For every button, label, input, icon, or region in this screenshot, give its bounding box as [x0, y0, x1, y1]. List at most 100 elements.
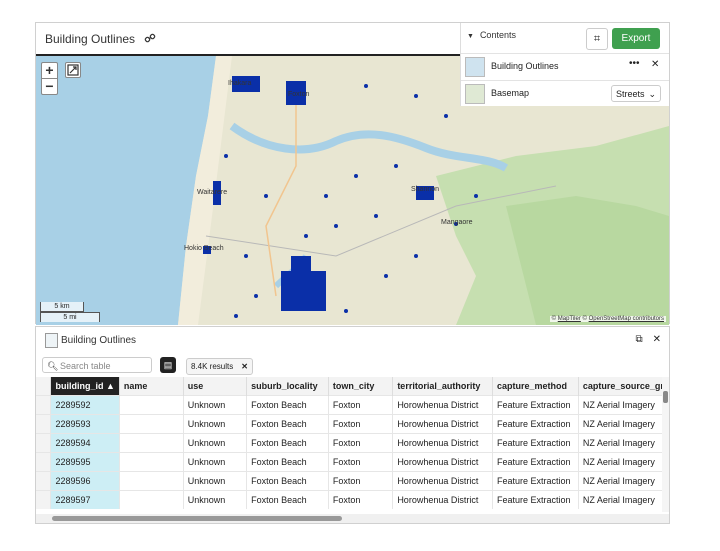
results-count: 8.4K results — [191, 362, 234, 371]
table-row[interactable]: 2289593 Unknown Foxton Beach Foxton Horo… — [36, 414, 670, 434]
cell-capture-method: Feature Extraction — [492, 395, 579, 415]
place-label-shannon: Shannon — [411, 186, 440, 193]
cell-building-id: 2289592 — [50, 395, 120, 415]
search-input[interactable]: 🔍︎ Search table — [42, 357, 152, 373]
popout-icon[interactable]: ⧉ — [635, 334, 642, 345]
column-header-town-city[interactable]: town_city — [328, 377, 394, 396]
vertical-scrollbar[interactable] — [662, 377, 669, 512]
cell-building-id: 2289595 — [50, 452, 120, 472]
link-icon[interactable] — [144, 32, 156, 44]
column-header-suburb-locality[interactable]: suburb_locality — [246, 377, 329, 396]
table-row[interactable]: 2289596 Unknown Foxton Beach Foxton Horo… — [36, 471, 670, 491]
contents-label: Contents — [479, 30, 516, 40]
attribution-osm-link[interactable]: OpenStreetMap contributors — [589, 316, 664, 322]
layer-row-building-outlines[interactable]: Building Outlines ••• ✕ — [461, 53, 669, 80]
table-row[interactable]: 2289594 Unknown Foxton Beach Foxton Horo… — [36, 433, 670, 453]
cell-name — [119, 452, 184, 472]
more-options-icon[interactable]: ••• — [629, 58, 640, 69]
row-selector[interactable] — [36, 433, 52, 453]
column-header-building-id[interactable]: building_id ▲ — [50, 377, 120, 396]
place-label-hokio-beach: Hokio Beach — [184, 245, 224, 252]
remove-layer-icon[interactable]: ✕ — [651, 59, 659, 70]
row-selector[interactable] — [36, 395, 52, 415]
column-header-territorial-authority[interactable]: territorial_authority — [392, 377, 494, 396]
crop-button[interactable]: ⌗ — [586, 28, 608, 50]
caret-down-icon: ▼ — [467, 33, 474, 40]
table-title: Building Outlines — [61, 335, 137, 346]
cell-suburb-locality: Foxton Beach — [246, 395, 329, 415]
horizontal-scrollbar[interactable] — [36, 514, 669, 523]
cell-name — [119, 414, 184, 434]
zoom-out-button[interactable]: − — [42, 79, 57, 94]
vertical-scroll-thumb[interactable] — [663, 391, 668, 403]
cell-suburb-locality: Foxton Beach — [246, 490, 329, 509]
row-selector[interactable] — [36, 471, 52, 491]
clear-results-icon[interactable]: ✕ — [241, 362, 248, 371]
cell-capture-method: Feature Extraction — [492, 452, 579, 472]
map-attribution: © MapTiler © OpenStreetMap contributors — [549, 316, 666, 322]
cell-town-city: Foxton — [328, 414, 394, 434]
column-label: building_id — [55, 381, 104, 391]
cell-suburb-locality: Foxton Beach — [246, 433, 329, 453]
cell-territorial-authority: Horowhenua District — [392, 414, 494, 434]
sort-ascending-icon: ▲ — [105, 381, 115, 391]
horizontal-scroll-thumb[interactable] — [52, 516, 342, 521]
basemap-style-select[interactable]: Streets ⌄ — [611, 85, 661, 102]
column-header-capture-method[interactable]: capture_method — [492, 377, 579, 396]
scale-km: 5 km — [40, 302, 84, 312]
map-view-frame: Building Outlines Foxton Waitarere Hokio… — [35, 22, 670, 325]
cell-capture-source: NZ Aerial Imagery — [578, 414, 670, 434]
table-row[interactable]: 2289595 Unknown Foxton Beach Foxton Horo… — [36, 452, 670, 472]
place-label-mangaore: Mangaore — [441, 219, 473, 226]
cell-town-city: Foxton — [328, 471, 394, 491]
window-controls: ⧉ ✕ — [635, 334, 661, 345]
cell-use: Unknown — [183, 490, 248, 509]
layer-row-basemap[interactable]: Basemap Streets ⌄ — [461, 80, 669, 107]
cell-suburb-locality: Foxton Beach — [246, 452, 329, 472]
cell-capture-method: Feature Extraction — [492, 490, 579, 509]
place-label-foxton: Foxton — [288, 91, 310, 98]
layer-thumbnail — [465, 57, 485, 77]
scale-mi: 5 mi — [40, 312, 100, 322]
column-header-capture-source[interactable]: capture_source_gr — [578, 377, 670, 396]
table-row[interactable]: 2289592 Unknown Foxton Beach Foxton Horo… — [36, 395, 670, 415]
basemap-style-value: Streets — [616, 89, 645, 99]
column-header-use[interactable]: use — [183, 377, 248, 396]
row-selector[interactable] — [36, 490, 52, 509]
column-header-name[interactable]: name — [119, 377, 184, 396]
filter-map-button[interactable]: ▤ — [160, 357, 176, 373]
cell-town-city: Foxton — [328, 490, 394, 509]
cell-building-id: 2289593 — [50, 414, 120, 434]
close-icon[interactable]: ✕ — [653, 334, 661, 345]
place-label-waitarere: Waitarere — [197, 189, 228, 196]
cell-town-city: Foxton — [328, 395, 394, 415]
row-selector[interactable] — [36, 414, 52, 434]
cell-use: Unknown — [183, 395, 248, 415]
cell-building-id: 2289594 — [50, 433, 120, 453]
export-button[interactable]: Export — [612, 28, 660, 49]
results-badge: 8.4K results ✕ — [186, 358, 253, 375]
attribution-maptiler-link[interactable]: MapTiler — [558, 316, 581, 322]
cell-name — [119, 433, 184, 453]
place-label-ihakara: Ihakara — [228, 80, 252, 87]
search-placeholder: Search table — [60, 361, 111, 371]
cell-building-id: 2289597 — [50, 490, 120, 509]
cell-name — [119, 490, 184, 509]
page-title: Building Outlines — [45, 32, 136, 46]
table-header-bar: Building Outlines ⧉ ✕ — [36, 327, 669, 349]
table-header-row: building_id ▲ name use suburb_locality t… — [36, 377, 670, 396]
layer-icon — [45, 333, 58, 348]
fullscreen-button[interactable] — [65, 62, 81, 78]
layer-name: Basemap — [491, 88, 530, 98]
zoom-in-button[interactable]: + — [42, 63, 57, 79]
attribute-table: building_id ▲ name use suburb_locality t… — [36, 377, 670, 509]
contents-toggle[interactable]: ▼ Contents — [467, 30, 516, 40]
search-icon: 🔍︎ — [47, 361, 59, 371]
cell-town-city: Foxton — [328, 433, 394, 453]
cell-capture-source: NZ Aerial Imagery — [578, 433, 670, 453]
table-row[interactable]: 2289597 Unknown Foxton Beach Foxton Horo… — [36, 490, 670, 509]
cell-territorial-authority: Horowhenua District — [392, 471, 494, 491]
cell-use: Unknown — [183, 414, 248, 434]
cell-capture-source: NZ Aerial Imagery — [578, 490, 670, 509]
row-selector[interactable] — [36, 452, 52, 472]
